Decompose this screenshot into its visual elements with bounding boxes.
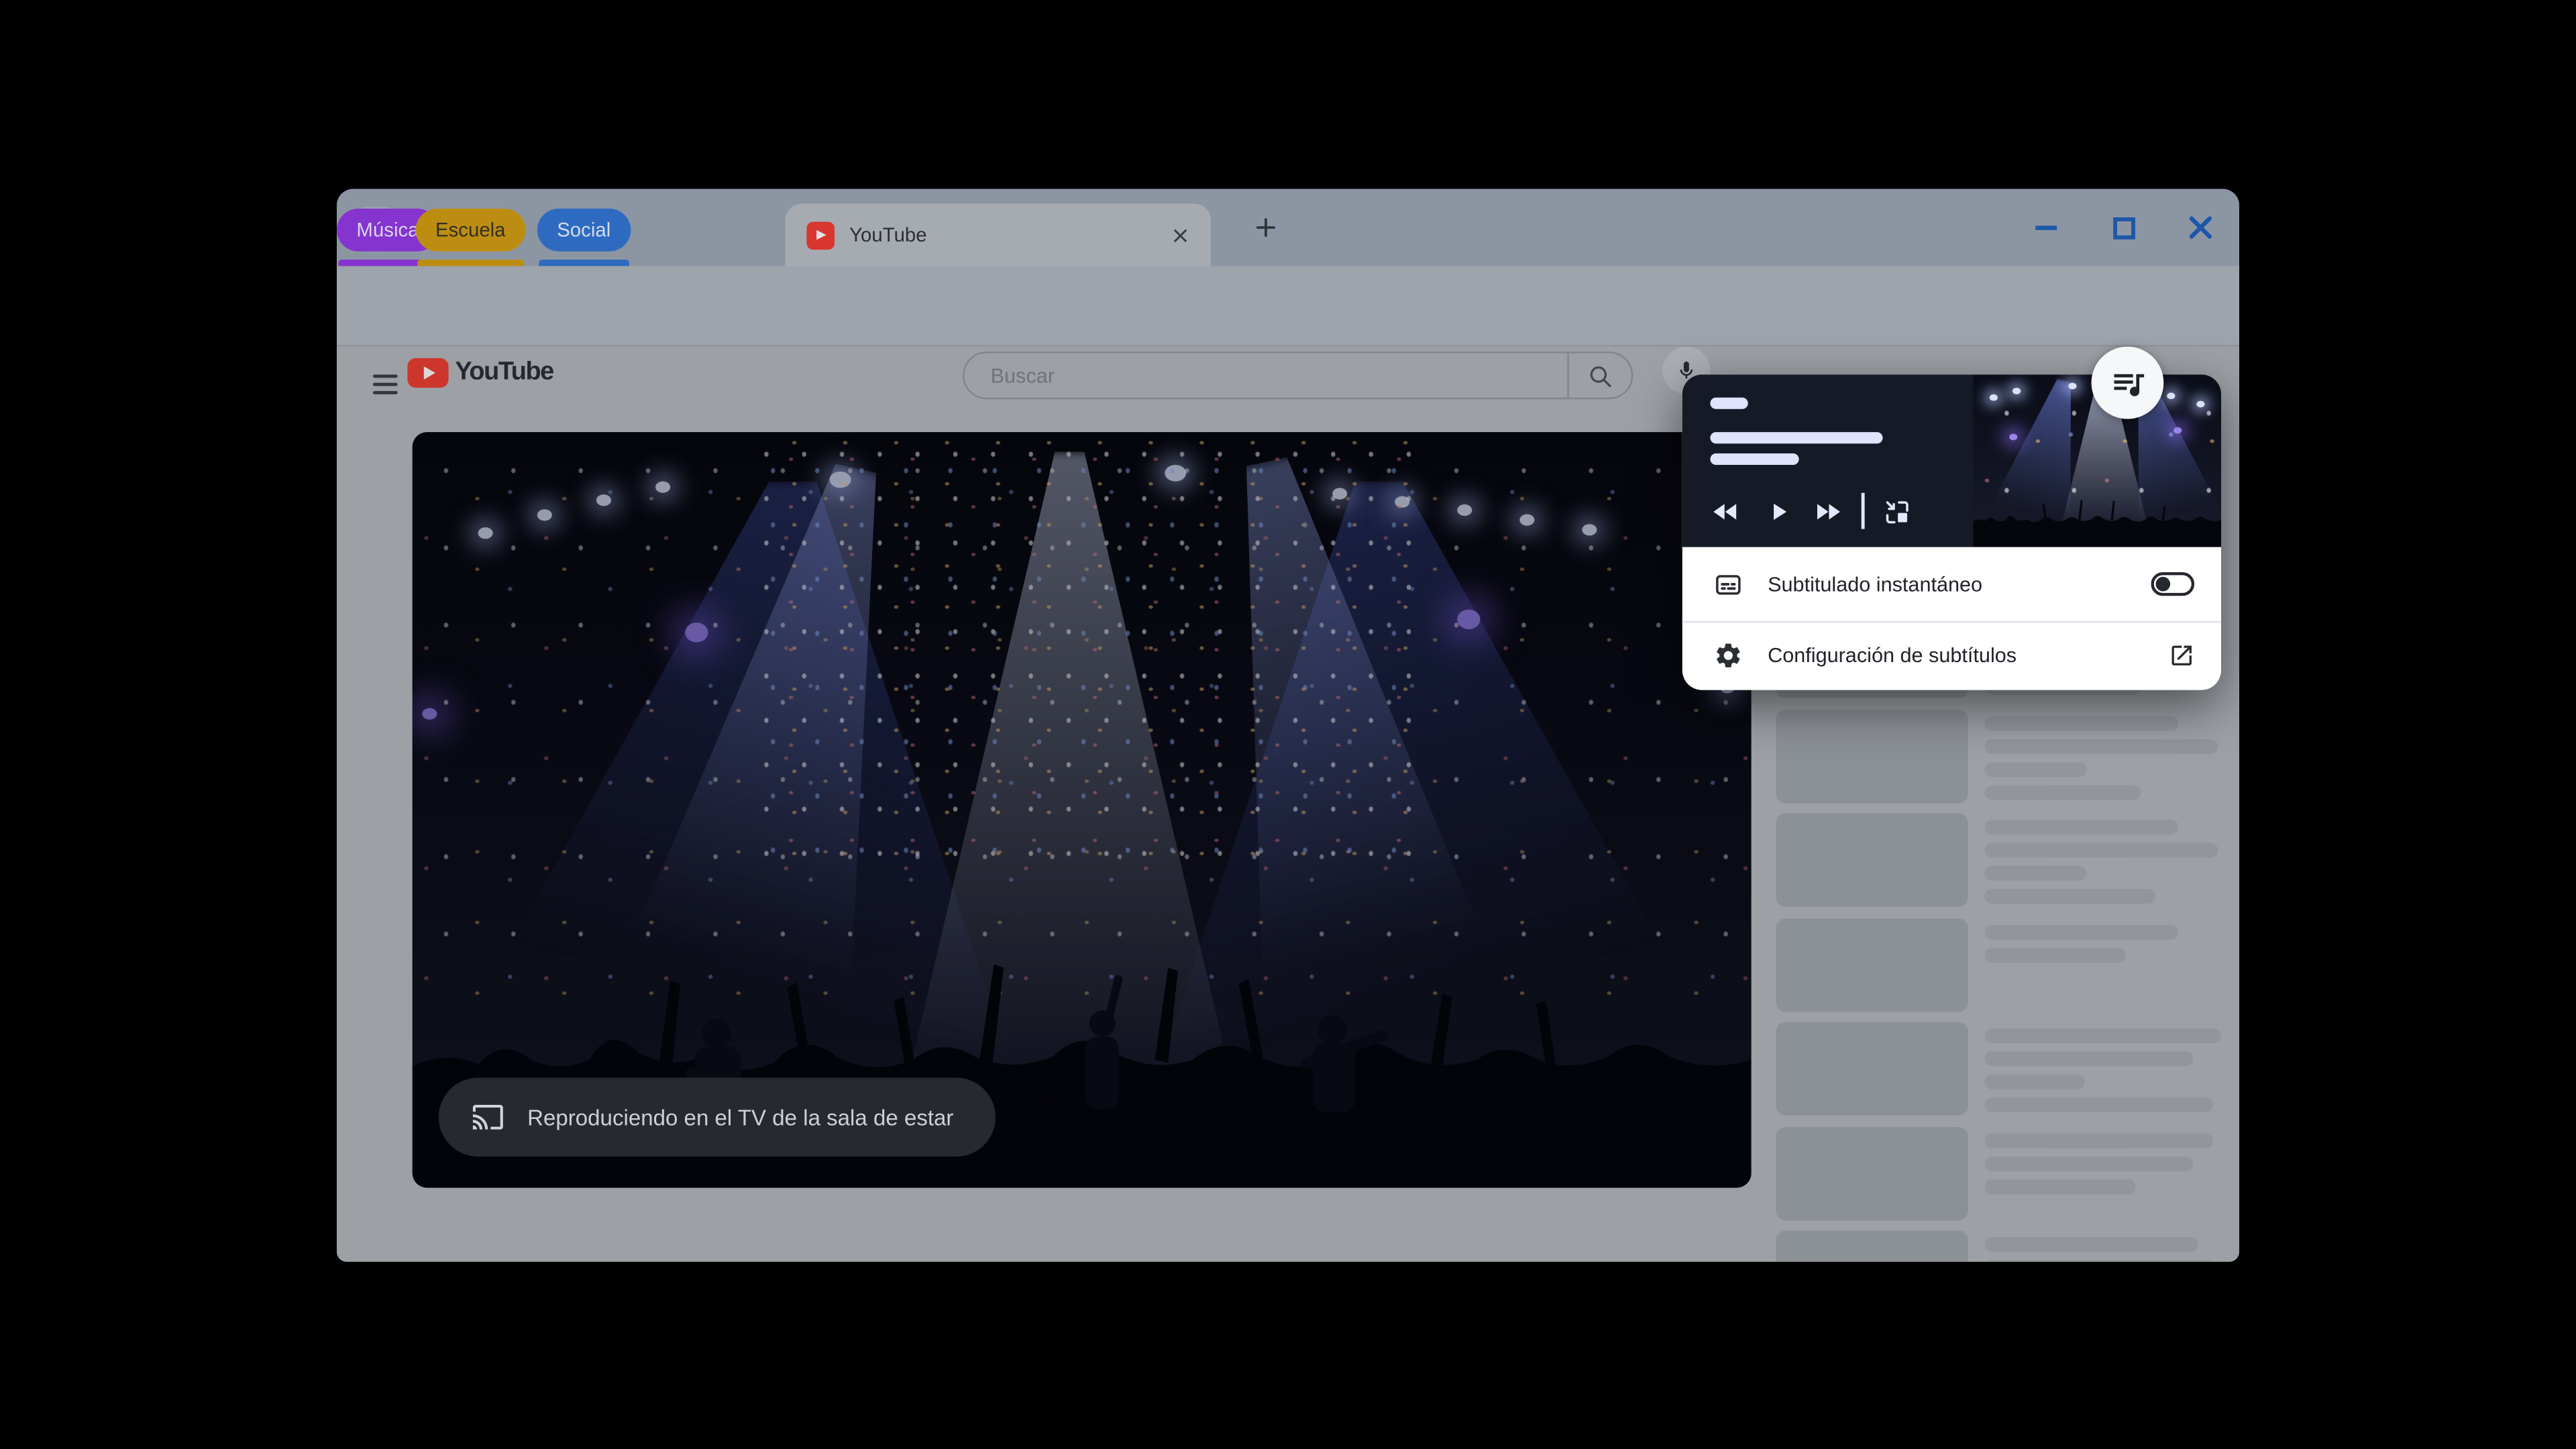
crowd-silhouette bbox=[1973, 488, 2221, 547]
search-button[interactable] bbox=[1569, 362, 1631, 388]
open-in-new-icon[interactable] bbox=[2169, 643, 2195, 669]
search-placeholder: Buscar bbox=[991, 364, 1568, 386]
youtube-search-bar[interactable]: Buscar bbox=[963, 352, 1633, 399]
suggested-video-thumbnail bbox=[1776, 1022, 1968, 1116]
tab-group-underline bbox=[417, 260, 523, 266]
suggested-video-thumbnail bbox=[1776, 813, 1968, 907]
suggested-video-thumbnail bbox=[1776, 709, 1968, 803]
minimize-button[interactable] bbox=[2008, 189, 2085, 266]
closed-caption-icon bbox=[1713, 570, 1743, 599]
queue-music-icon bbox=[2108, 364, 2146, 401]
close-window-button[interactable] bbox=[2162, 189, 2239, 266]
suggested-video-text-skeleton bbox=[1984, 813, 2221, 907]
browser-toolbar: youtube.com/watch/ bbox=[337, 266, 2239, 345]
suggested-video-text-skeleton bbox=[1984, 1126, 2221, 1220]
tab-group-underline bbox=[539, 260, 629, 266]
caption-settings-label: Configuración de subtítulos bbox=[1768, 644, 2017, 667]
suggested-video-thumbnail bbox=[1776, 918, 1968, 1012]
suggested-video-thumbnail bbox=[1776, 1126, 1968, 1220]
suggested-video-item[interactable] bbox=[1776, 813, 2221, 907]
suggested-video-text-skeleton bbox=[1984, 709, 2221, 803]
maximize-button[interactable] bbox=[2085, 189, 2162, 266]
suggested-video-item[interactable] bbox=[1776, 1230, 2221, 1262]
youtube-play-icon bbox=[407, 358, 448, 387]
live-caption-label: Subtitulado instantáneo bbox=[1768, 572, 1982, 595]
media-controls bbox=[1710, 483, 1910, 539]
tab-title: YouTube bbox=[849, 223, 1165, 246]
live-caption-row[interactable]: Subtitulado instantáneo bbox=[1682, 547, 2221, 621]
window-controls bbox=[2008, 189, 2239, 266]
caption-settings-row[interactable]: Configuración de subtítulos bbox=[1682, 621, 2221, 690]
cast-status-text: Reproduciendo en el TV de la sala de est… bbox=[527, 1105, 953, 1130]
suggested-videos-list bbox=[1776, 604, 2221, 1262]
play-button[interactable] bbox=[1764, 497, 1792, 525]
live-caption-toggle[interactable] bbox=[2151, 572, 2195, 596]
tab-strip: Música Escuela Social YouTube bbox=[337, 189, 2239, 266]
gear-icon bbox=[1713, 641, 1743, 670]
browser-window: Música Escuela Social YouTube bbox=[337, 189, 2239, 1262]
cast-status-banner: Reproduciendo en el TV de la sala de est… bbox=[439, 1078, 996, 1157]
next-track-button[interactable] bbox=[1812, 495, 1843, 527]
new-tab-button[interactable] bbox=[1242, 204, 1288, 250]
suggested-video-item[interactable] bbox=[1776, 1126, 2221, 1220]
suggested-video-text-skeleton bbox=[1984, 1230, 2221, 1262]
suggested-video-item[interactable] bbox=[1776, 709, 2221, 803]
picture-in-picture-button[interactable] bbox=[1882, 497, 1910, 525]
tab-group-chip[interactable]: Social bbox=[537, 209, 631, 252]
video-player[interactable]: Reproduciendo en el TV de la sala de est… bbox=[413, 432, 1752, 1188]
controls-divider bbox=[1862, 493, 1864, 529]
youtube-wordmark: YouTube bbox=[455, 358, 553, 388]
cast-icon bbox=[472, 1101, 504, 1134]
youtube-logo[interactable]: YouTube bbox=[407, 358, 553, 388]
tab-close-button[interactable] bbox=[1165, 220, 1194, 250]
youtube-favicon-icon bbox=[806, 221, 835, 249]
suggested-video-item[interactable] bbox=[1776, 1022, 2221, 1116]
screen: Música Escuela Social YouTube bbox=[0, 0, 2576, 1449]
global-media-controls-button[interactable] bbox=[2092, 347, 2164, 419]
tab-youtube[interactable]: YouTube bbox=[786, 204, 1211, 266]
suggested-video-text-skeleton bbox=[1984, 1022, 2221, 1116]
dim-overlay bbox=[413, 432, 1752, 1188]
previous-track-button[interactable] bbox=[1710, 495, 1741, 527]
suggested-video-thumbnail bbox=[1776, 1230, 1968, 1262]
tab-group-chip[interactable]: Escuela bbox=[416, 209, 525, 252]
suggested-video-text-skeleton bbox=[1984, 918, 2221, 1012]
tab-group-label: Social bbox=[537, 209, 631, 252]
suggested-video-item[interactable] bbox=[1776, 918, 2221, 1012]
tab-group-label: Escuela bbox=[416, 209, 525, 252]
media-controls-popup: Subtitulado instantáneo Configuración de… bbox=[1682, 374, 2221, 690]
menu-button[interactable] bbox=[362, 362, 408, 408]
